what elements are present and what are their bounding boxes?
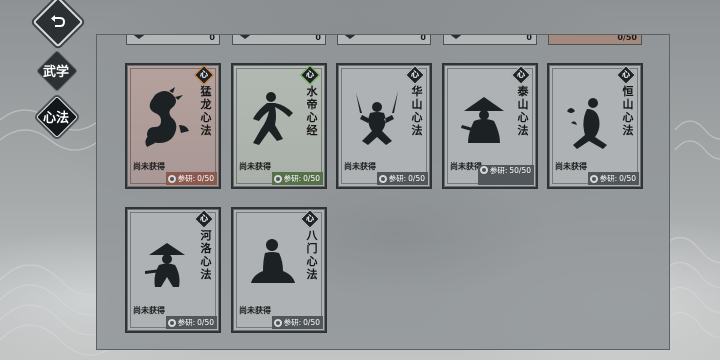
skill-name: 八门心法 (306, 229, 318, 281)
skill-card[interactable]: 心 华山心法 尚未获得 参研: 0/50 (336, 63, 432, 189)
research-progress: 参研: 0/50 (271, 316, 323, 329)
card-stub[interactable]: 0 (337, 35, 431, 45)
research-progress: 参研: 0/50 (271, 172, 323, 185)
skill-name: 河洛心法 (200, 229, 212, 281)
chevron-down-icon (131, 35, 147, 39)
skill-card[interactable]: 心 猛龙心法 尚未获得 参研: 0/50 (125, 63, 221, 189)
meditator-icon (251, 239, 295, 283)
research-icon (167, 318, 176, 327)
dancer-icon (253, 92, 293, 145)
status-text: 尚未获得 (555, 162, 587, 171)
status-text: 尚未获得 (239, 306, 271, 315)
return-arrow-icon (51, 15, 66, 27)
skill-name: 泰山心法 (517, 85, 529, 137)
research-icon (273, 174, 282, 183)
chevron-down-icon (448, 35, 464, 39)
card-stub[interactable]: 0 (232, 35, 326, 45)
dragon-icon (145, 87, 189, 147)
card-stub[interactable]: 0 (443, 35, 537, 45)
research-icon (167, 174, 176, 183)
tab-martial-arts[interactable]: 武学 (39, 53, 73, 87)
card-stub[interactable]: 0/50 (548, 35, 642, 45)
status-text: 尚未获得 (133, 306, 165, 315)
nun-icon (567, 98, 607, 149)
research-icon (378, 174, 387, 183)
status-text: 尚未获得 (344, 162, 376, 171)
skill-card[interactable]: 心 泰山心法 尚未获得 参研: 50/50 (442, 63, 538, 189)
status-text: 尚未获得 (239, 162, 271, 171)
skill-name: 猛龙心法 (200, 85, 212, 137)
research-progress: 参研: 0/50 (165, 316, 217, 329)
tab-inner-arts[interactable]: 心法 (39, 99, 73, 133)
research-icon (273, 318, 282, 327)
card-stub[interactable]: 0 (126, 35, 220, 45)
research-progress: 参研: 0/50 (376, 172, 428, 185)
skill-card[interactable]: 心 河洛心法 尚未获得 参研: 0/50 (125, 207, 221, 333)
research-icon (589, 174, 598, 183)
research-progress: 参研: 0/50 (165, 172, 217, 185)
skill-name: 华山心法 (411, 85, 423, 137)
skill-list-panel[interactable]: 0 0 0 0 0/50 心 猛龙心法 尚未获得 参研: 0/50 心 水帝心经… (96, 34, 670, 350)
research-progress: 参研: 50/50 (477, 165, 534, 185)
tab-inner-arts-label: 心法 (42, 110, 69, 126)
research-icon (479, 166, 488, 174)
status-text: 尚未获得 (133, 162, 165, 171)
skill-card[interactable]: 心 水帝心经 尚未获得 参研: 0/50 (231, 63, 327, 189)
swordsman-icon (356, 91, 398, 145)
tab-martial-arts-label: 武学 (42, 64, 69, 80)
skill-card[interactable]: 心 恒山心法 尚未获得 参研: 0/50 (547, 63, 643, 189)
straw-hat-icon (145, 243, 185, 287)
hat-monk-icon (461, 97, 504, 143)
skill-name: 水帝心经 (306, 85, 318, 137)
skill-name: 恒山心法 (622, 85, 634, 137)
chevron-down-icon (342, 35, 358, 39)
skill-card[interactable]: 心 八门心法 尚未获得 参研: 0/50 (231, 207, 327, 333)
chevron-down-icon (237, 35, 253, 39)
research-progress: 参研: 0/50 (587, 172, 639, 185)
